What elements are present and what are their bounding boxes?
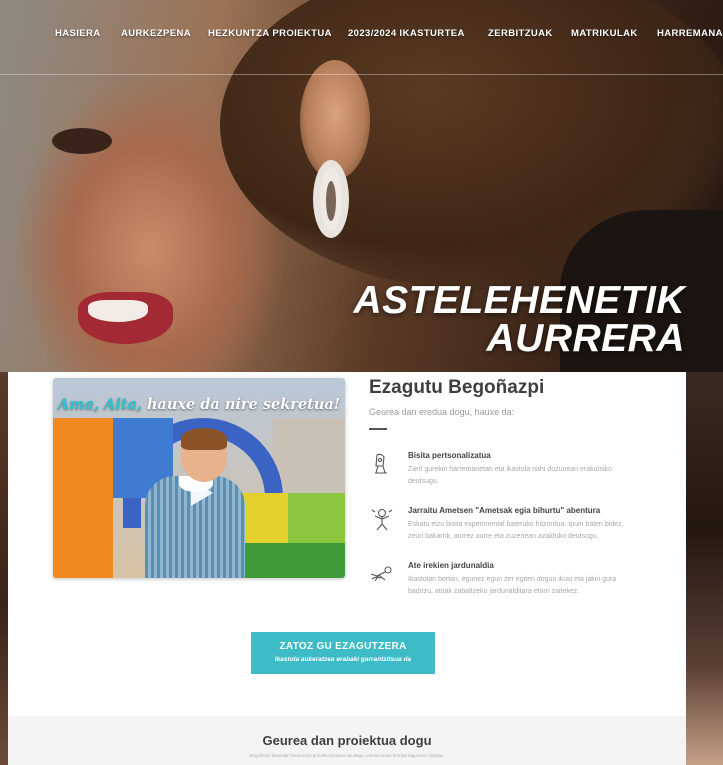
feature-title: Ate irekien jardunaldia	[408, 561, 494, 570]
nav-item-ikasturtea[interactable]: 2023/2024 IKASTURTEA	[348, 28, 465, 39]
main-navigation: HASIERA AURKEZPENA HEZKUNTZA PROIEKTUA 2…	[0, 28, 723, 52]
nav-divider	[0, 74, 723, 75]
feature-description: Eskatu eizu bisita experimental bateruko…	[408, 521, 624, 540]
nav-item-matrikulak[interactable]: MATRIKULAK	[571, 28, 638, 39]
nav-item-hasiera[interactable]: HASIERA	[55, 28, 101, 39]
video-bg-block	[228, 543, 345, 578]
hero-title-line-1: ASTELEHENETIK	[353, 279, 685, 322]
nav-item-zerbitzuak[interactable]: ZERBITZUAK	[488, 28, 553, 39]
hero-photo-earring	[313, 160, 349, 238]
flying-child-icon	[370, 566, 392, 582]
video-bg-block	[288, 493, 345, 543]
hero-title: ASTELEHENETIK AURRERA	[353, 279, 685, 360]
project-title: Geurea dan proiektua dogu	[262, 733, 432, 748]
intro-subtitle: Geurea dan eredua dogu, hauxe da:	[369, 407, 515, 417]
video-headline: Ama, Aita, hauxe da nire sekretua!	[53, 396, 345, 413]
feature-description: Ikastolan bertan, egunez egun zer egiten…	[408, 576, 617, 595]
intro-video[interactable]: Ama, Aita, hauxe da nire sekretua!	[53, 378, 345, 578]
background-photo-right-edge	[686, 372, 723, 765]
visit-us-button[interactable]: ZATOZ GU EZAGUTZERA Ikastola aukeratzea …	[251, 632, 435, 674]
feature-title: Jarraitu Ametsen "Ametsak egia bihurtu" …	[408, 506, 601, 515]
feature-title: Bisita pertsonalizatua	[408, 451, 491, 460]
intro-divider	[369, 428, 387, 430]
background-photo-left-edge	[0, 372, 8, 765]
video-headline-highlight: Ama, Aita,	[57, 396, 142, 413]
video-bg-block	[273, 418, 345, 493]
intro-section: Ama, Aita, hauxe da nire sekretua! Ezagu…	[8, 372, 686, 765]
stroller-icon	[375, 453, 387, 474]
project-description: Begoñazpi Ikastolan hezkuntza proiektu p…	[249, 753, 445, 758]
intro-title: Ezagutu Begoñazpi	[369, 377, 545, 398]
dreamer-child-icon	[371, 508, 393, 531]
project-section: Geurea dan proiektua dogu Begoñazpi Ikas…	[8, 716, 686, 765]
nav-item-harremana[interactable]: HARREMANA	[657, 28, 723, 39]
nav-item-aurkezpena[interactable]: AURKEZPENA	[121, 28, 191, 39]
hero-banner: HASIERA AURKEZPENA HEZKUNTZA PROIEKTUA 2…	[0, 0, 723, 372]
visit-us-button-label: ZATOZ GU EZAGUTZERA	[279, 641, 407, 652]
nav-item-hezkuntza-proiektua[interactable]: HEZKUNTZA PROIEKTUA	[208, 28, 332, 39]
hero-photo-eye	[52, 128, 112, 154]
play-icon[interactable]	[183, 476, 217, 510]
feature-description: Zarri gurekin harremanetan eta ikastola …	[408, 466, 612, 485]
video-child-hair	[181, 428, 227, 450]
hero-title-line-2: AURRERA	[486, 317, 685, 360]
hero-photo-teeth	[88, 300, 148, 322]
visit-us-button-sublabel: Ikastola aukeratzea erabaki garrantzitsu…	[274, 656, 412, 663]
video-bg-block	[53, 418, 113, 578]
video-headline-rest: hauxe da nire sekretua!	[141, 396, 341, 413]
